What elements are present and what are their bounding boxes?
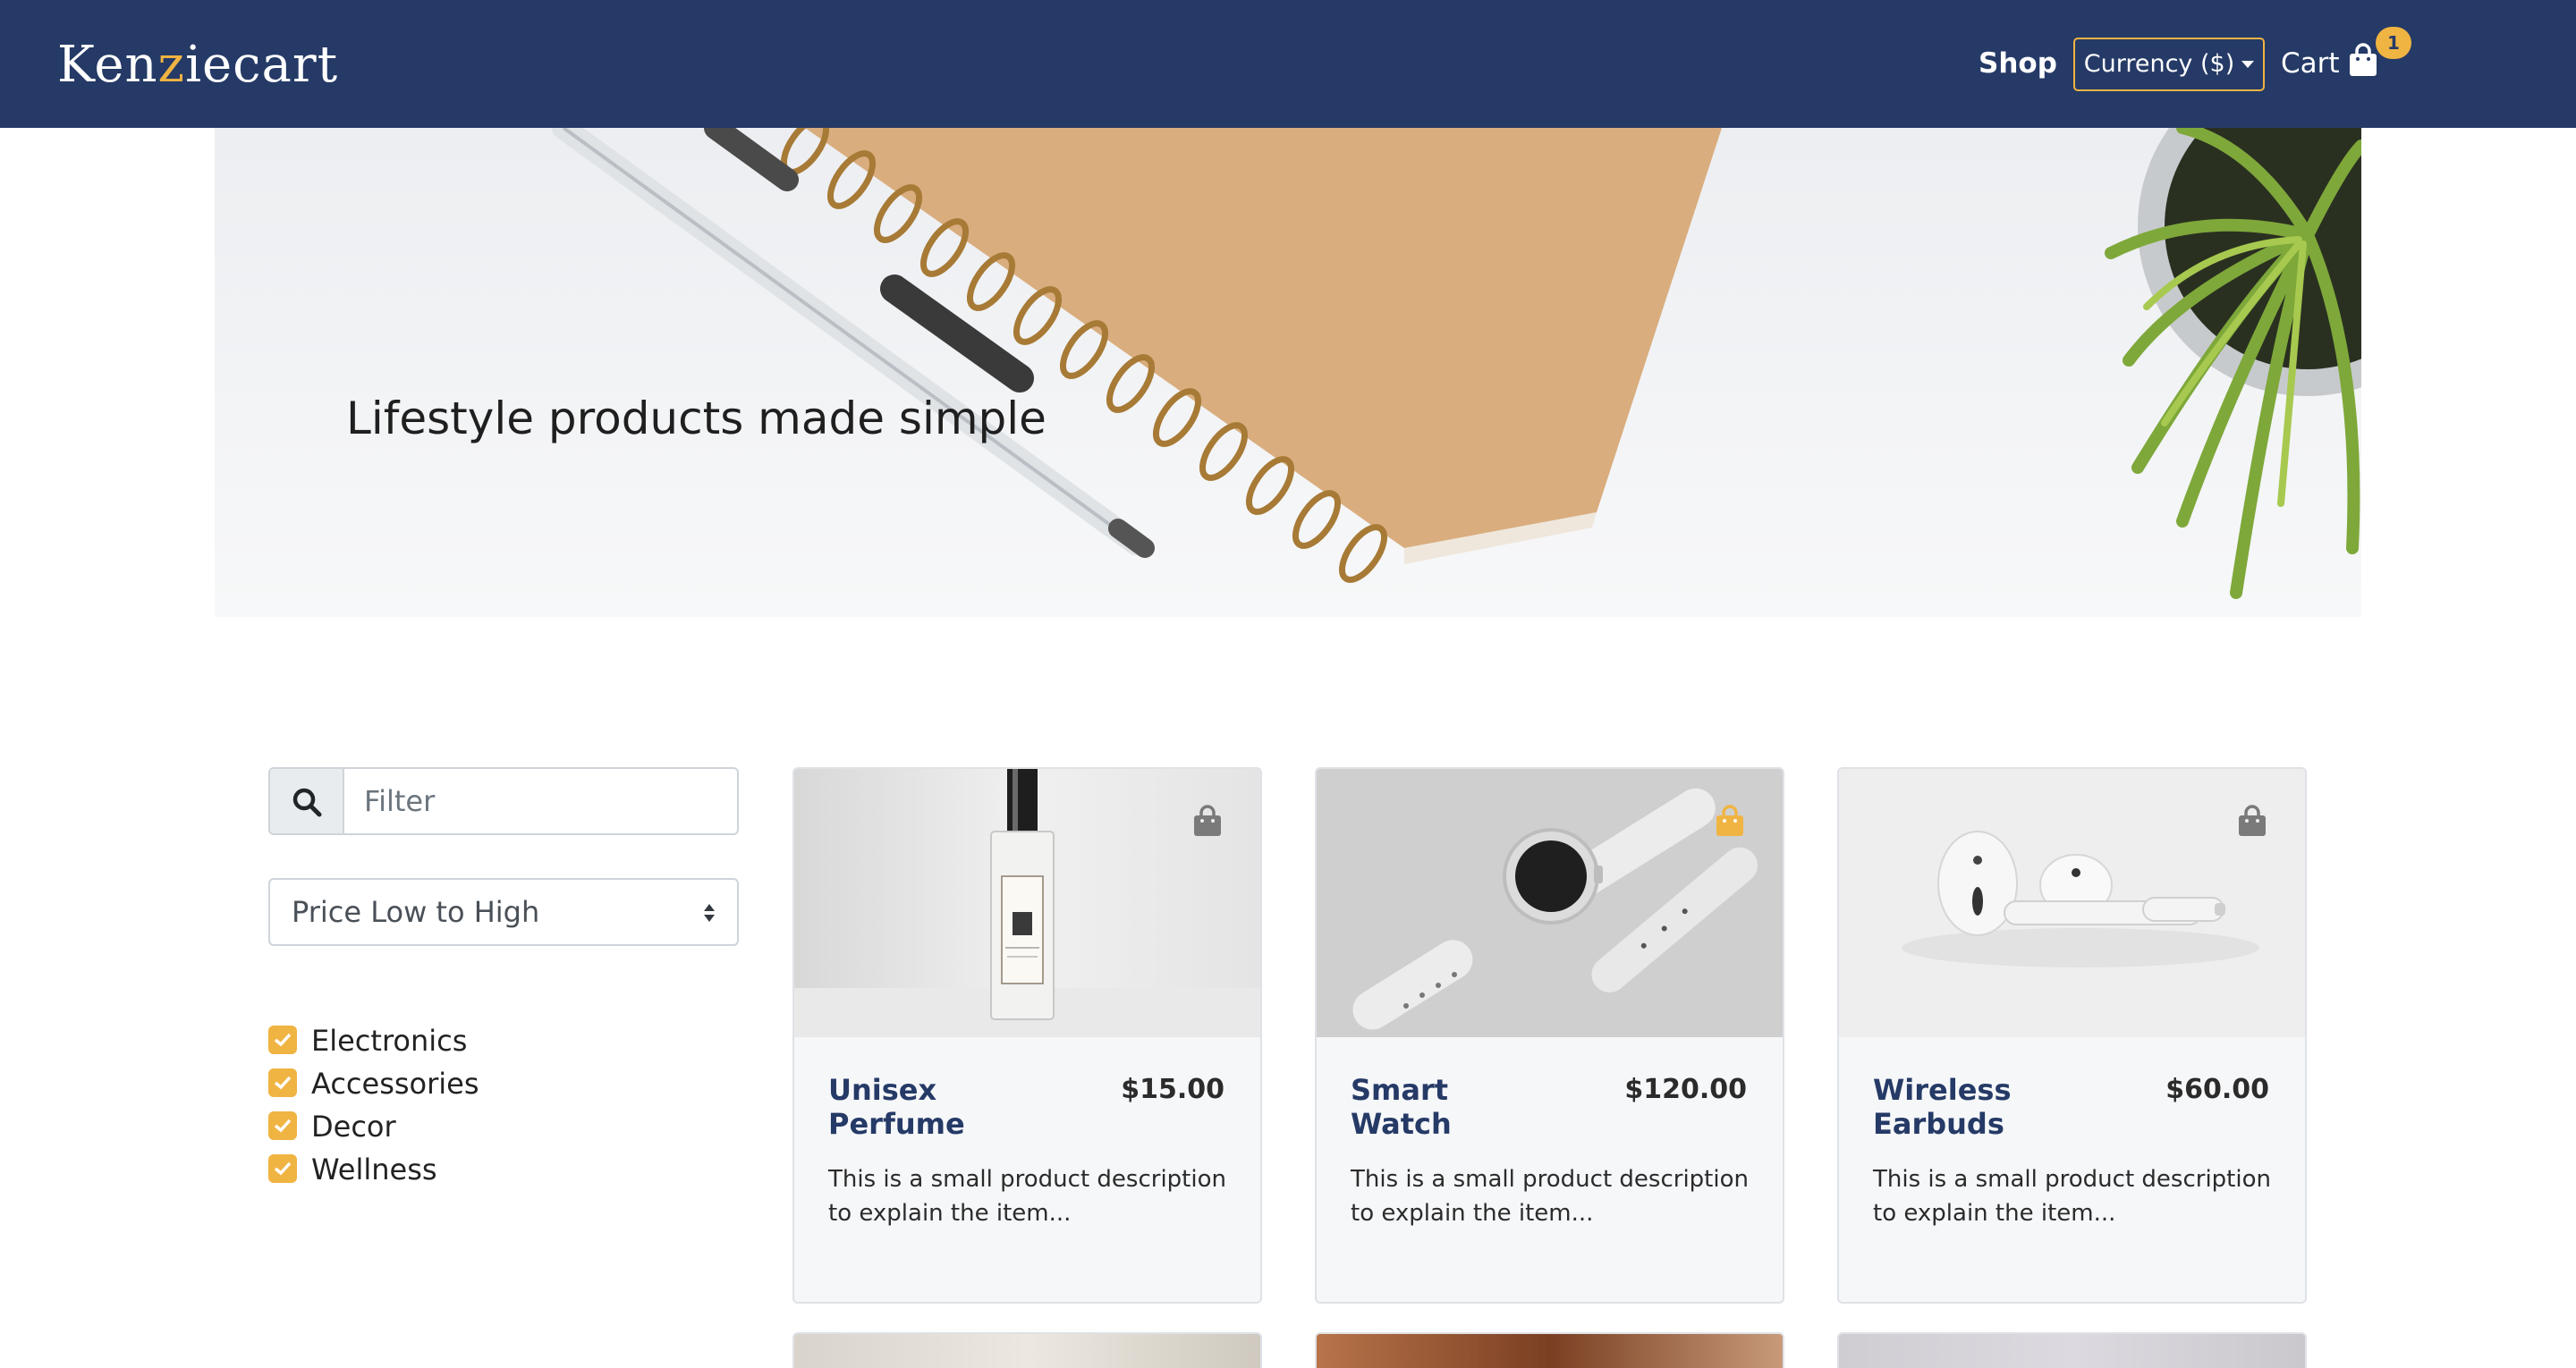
- cart-link[interactable]: Cart: [2281, 43, 2340, 84]
- search-addon: [270, 769, 344, 833]
- wireless-earbuds-image: [1839, 769, 2305, 1037]
- product-card-peek[interactable]: [792, 1332, 1262, 1368]
- product-name-line1: Unisex: [828, 1073, 937, 1107]
- currency-label: Currency ($): [2083, 50, 2235, 78]
- search-filter-group: [268, 767, 739, 835]
- checkbox-checked[interactable]: [268, 1154, 297, 1183]
- sort-select[interactable]: Price Low to High: [268, 878, 739, 946]
- check-icon: [274, 1161, 292, 1176]
- sort-selected-value: Price Low to High: [292, 895, 540, 929]
- product-image-perfume[interactable]: [794, 769, 1260, 1037]
- product-name-line2: Watch: [1351, 1107, 1452, 1141]
- product-description: This is a small product description to e…: [1351, 1166, 1749, 1227]
- checkbox-checked[interactable]: [268, 1111, 297, 1140]
- in-cart-bag-icon[interactable]: [1716, 805, 1744, 837]
- product-description: This is a small product description to e…: [1873, 1166, 2271, 1227]
- brand-text-b: iecart: [185, 36, 339, 94]
- category-label: Electronics: [311, 1024, 468, 1058]
- brand-logo[interactable]: Kenziecart: [57, 34, 338, 97]
- caret-down-icon: [2241, 61, 2255, 68]
- sort-arrows-icon: [704, 904, 715, 922]
- product-price: $15.00: [1121, 1074, 1224, 1105]
- product-name-line2: Earbuds: [1873, 1107, 2004, 1141]
- check-icon: [274, 1033, 292, 1047]
- check-icon: [274, 1119, 292, 1133]
- nav-shop-link[interactable]: Shop: [1979, 43, 2057, 84]
- checkbox-checked[interactable]: [268, 1026, 297, 1054]
- hero-image: [552, 128, 2361, 599]
- category-label: Accessories: [311, 1067, 479, 1101]
- product-card-wireless-earbuds[interactable]: Wireless Earbuds $60.00 This is a small …: [1837, 767, 2307, 1304]
- product-name[interactable]: Wireless Earbuds: [1873, 1073, 2052, 1141]
- shopping-bag-icon[interactable]: [2349, 43, 2377, 77]
- product-card-peek[interactable]: [1837, 1332, 2307, 1368]
- product-image-watch[interactable]: [1317, 769, 1783, 1037]
- product-name-line1: Wireless: [1873, 1073, 2012, 1107]
- product-image-earbuds[interactable]: [1839, 769, 2305, 1037]
- brand-text-a: Ken: [57, 36, 158, 94]
- brand-text-arc: z: [157, 36, 186, 94]
- search-icon: [292, 788, 322, 817]
- perfume-bottle-image: [794, 769, 1260, 1037]
- product-price: $120.00: [1624, 1074, 1747, 1105]
- product-card-unisex-perfume[interactable]: Unisex Perfume $15.00 This is a small pr…: [792, 767, 1262, 1304]
- add-to-cart-bag-icon[interactable]: [2238, 805, 2267, 837]
- add-to-cart-bag-icon[interactable]: [1193, 805, 1222, 837]
- hero-title: Lifestyle products made simple: [346, 393, 1046, 444]
- product-name[interactable]: Unisex Perfume: [828, 1073, 1007, 1141]
- currency-dropdown-button[interactable]: Currency ($): [2073, 38, 2265, 91]
- hero-banner: Lifestyle products made simple: [215, 128, 2361, 617]
- cart-count-badge: 1: [2376, 27, 2411, 59]
- product-card-peek[interactable]: [1315, 1332, 1784, 1368]
- product-card-smart-watch[interactable]: Smart Watch $120.00 This is a small prod…: [1315, 767, 1784, 1304]
- category-label: Decor: [311, 1110, 396, 1144]
- smart-watch-image: [1317, 769, 1783, 1037]
- navbar: Kenziecart Shop Currency ($) Cart 1: [0, 0, 2576, 128]
- product-price: $60.00: [2165, 1074, 2269, 1105]
- product-name-line1: Smart: [1351, 1073, 1449, 1107]
- category-label: Wellness: [311, 1153, 437, 1186]
- product-name[interactable]: Smart Watch: [1351, 1073, 1530, 1141]
- product-name-line2: Perfume: [828, 1107, 965, 1141]
- checkbox-checked[interactable]: [268, 1068, 297, 1097]
- search-input[interactable]: [344, 769, 735, 833]
- product-description: This is a small product description to e…: [828, 1166, 1226, 1227]
- check-icon: [274, 1076, 292, 1090]
